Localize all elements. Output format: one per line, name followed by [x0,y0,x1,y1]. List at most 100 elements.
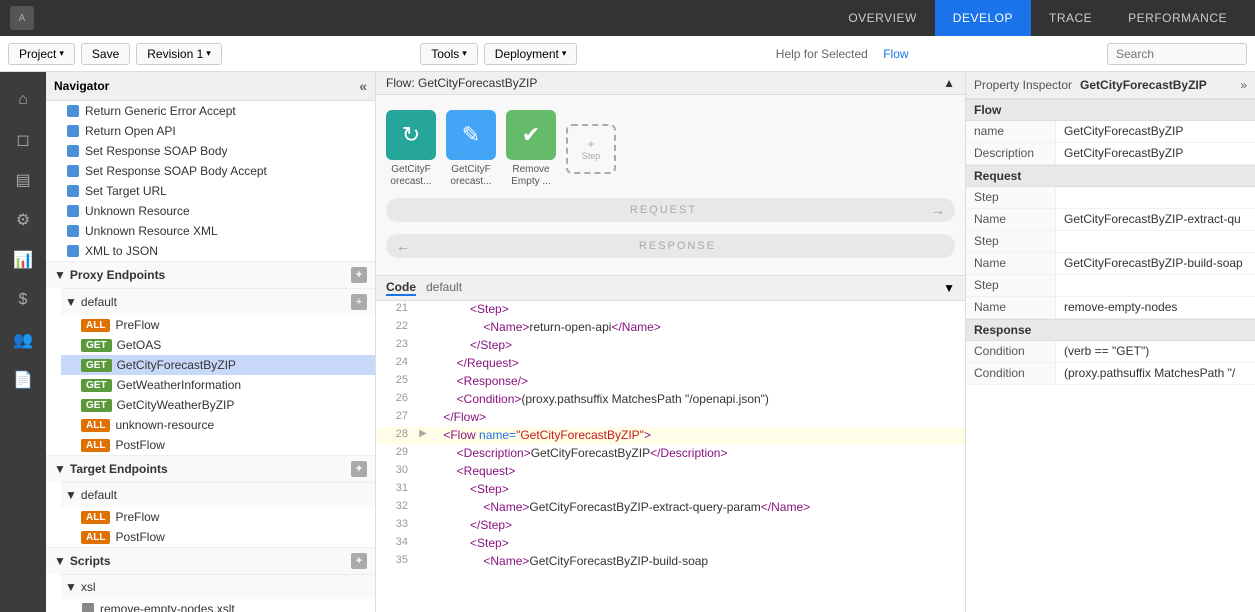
flow-step-3[interactable]: ✔ RemoveEmpty ... [506,110,556,188]
prop-val-name-step3[interactable]: remove-empty-nodes [1056,297,1255,318]
prop-row-name: name GetCityForecastByZIP [966,121,1255,143]
sidebar-item-set-response-soap[interactable]: Set Response SOAP Body [46,141,375,161]
code-panel-collapse-btn[interactable]: ▼ [943,281,955,295]
tab-overview[interactable]: OVERVIEW [830,0,934,36]
add-target-endpoint-btn[interactable]: + [351,461,367,477]
step-label-2: GetCityForecast... [450,164,491,188]
sidebar-item-xml-to-json[interactable]: XML to JSON [46,241,375,261]
step-icon-3: ✔ [506,110,556,160]
scripts-label: Scripts [70,554,111,568]
monetize-icon[interactable]: $ [5,282,41,318]
code-line-30: 30 <Request> [376,463,965,481]
prop-val-name-step1[interactable]: GetCityForecastByZIP-extract-qu [1056,209,1255,230]
prop-section-request: Request [966,165,1255,187]
add-proxy-endpoint-btn[interactable]: + [351,267,367,283]
sidebar-collapse-btn[interactable]: « [359,78,367,94]
prop-key-step1: Step [966,187,1056,208]
add-proxy-default-btn[interactable]: + [351,294,367,310]
code-line-32: 32 <Name>GetCityForecastByZIP-extract-qu… [376,499,965,517]
sidebar-item-postflow[interactable]: ALL PostFlow [61,435,375,455]
home-icon[interactable]: ⌂ [5,82,41,118]
sidebar-item-getcityweather[interactable]: GET GetCityWeatherByZIP [61,395,375,415]
sidebar-item-return-open[interactable]: Return Open API [46,121,375,141]
sidebar-item-unknown-resource-xml[interactable]: Unknown Resource XML [46,221,375,241]
target-endpoints-section[interactable]: ▼ Target Endpoints + [46,455,375,482]
right-panel: Property Inspector GetCityForecastByZIP … [965,72,1255,612]
prop-val-step2[interactable] [1056,231,1255,252]
target-default-collapse-icon: ▼ [65,488,77,502]
analytics-icon[interactable]: 📊 [5,242,41,278]
tab-develop[interactable]: DEVELOP [935,0,1031,36]
code-line-33: 33 </Step> [376,517,965,535]
tab-trace[interactable]: TRACE [1031,0,1110,36]
project-button[interactable]: Project ▾ [8,43,75,65]
prop-key-condition-response: Condition [966,341,1056,362]
flow-link[interactable]: Flow [883,47,908,61]
right-panel-collapse-btn[interactable]: » [1240,78,1247,92]
prop-val-description[interactable]: GetCityForecastByZIP [1056,143,1255,164]
flow-collapse-btn[interactable]: ▲ [943,76,955,90]
code-line-31: 31 <Step> [376,481,965,499]
code-tab-code[interactable]: Code [386,280,416,296]
xsl-collapse-icon: ▼ [65,580,77,594]
sidebar-item-getoas[interactable]: GET GetOAS [61,335,375,355]
deployment-button[interactable]: Deployment ▾ [484,43,578,65]
save-button[interactable]: Save [81,43,130,65]
sidebar-item-target-postflow[interactable]: ALL PostFlow [61,527,375,547]
prop-row-name-step1: Name GetCityForecastByZIP-extract-qu [966,209,1255,231]
response-lane: ← RESPONSE [386,234,955,258]
sidebar-item-set-target-url[interactable]: Set Target URL [46,181,375,201]
prop-val-condition-extra[interactable]: (proxy.pathsuffix MatchesPath "/ [1056,363,1255,384]
prop-val-step3[interactable] [1056,275,1255,296]
code-line-23: 23 </Step> [376,337,965,355]
sidebar-item-return-generic[interactable]: Return Generic Error Accept [46,101,375,121]
sidebar-item-remove-empty-nodes[interactable]: remove-empty-nodes.xslt [61,599,375,612]
target-default-label: default [81,488,117,502]
prop-val-condition-response[interactable]: (verb == "GET") [1056,341,1255,362]
proxy-endpoints-section[interactable]: ▼ Proxy Endpoints + [46,261,375,288]
tools-chevron: ▾ [462,48,467,59]
sidebar-item-getcityforecastbyzip[interactable]: GET GetCityForecastByZIP [61,355,375,375]
scripts-section[interactable]: ▼ Scripts + [46,547,375,574]
top-nav-tabs: OVERVIEW DEVELOP TRACE PERFORMANCE [830,0,1245,36]
proxy-endpoints-label: Proxy Endpoints [70,268,165,282]
target-default-header[interactable]: ▼ default [61,482,375,507]
property-flow-name: GetCityForecastByZIP [1080,78,1207,92]
code-line-34: 34 <Step> [376,535,965,553]
flow-title: Flow: GetCityForecastByZIP [386,76,537,90]
api-icon[interactable]: ◻ [5,122,41,158]
flow-step-1[interactable]: ↻ GetCityForecast... [386,110,436,188]
add-step-plus: + [587,137,594,151]
prop-val-name-step2[interactable]: GetCityForecastByZIP-build-soap [1056,253,1255,274]
flow-step-2[interactable]: ✎ GetCityForecast... [446,110,496,188]
prop-val-step1[interactable] [1056,187,1255,208]
target-postflow-badge: ALL [81,531,110,544]
deploy-icon[interactable]: ▤ [5,162,41,198]
proxy-default-header[interactable]: ▼ default + [61,288,375,315]
add-step-btn[interactable]: + Step [566,124,616,174]
target-preflow-badge: ALL [81,511,110,524]
sidebar-item-set-response-soap-accept[interactable]: Set Response SOAP Body Accept [46,161,375,181]
proxy-collapse-icon: ▼ [54,268,66,282]
item-icon-return-open [66,124,80,138]
revision-button[interactable]: Revision 1 ▾ [136,43,222,65]
sidebar-item-unknown-resource-proxy[interactable]: ALL unknown-resource [61,415,375,435]
sidebar-item-unknown-resource[interactable]: Unknown Resource [46,201,375,221]
sidebar-item-preflow[interactable]: ALL PreFlow [61,315,375,335]
code-tab-default[interactable]: default [426,280,462,296]
app-logo: A [10,6,34,30]
prop-val-name[interactable]: GetCityForecastByZIP [1056,121,1255,142]
code-line-26: 26 <Condition>(proxy.pathsuffix MatchesP… [376,391,965,409]
search-input[interactable] [1107,43,1247,65]
sidebar-item-getweather[interactable]: GET GetWeatherInformation [61,375,375,395]
add-scripts-btn[interactable]: + [351,553,367,569]
settings-icon[interactable]: ⚙ [5,202,41,238]
sidebar-item-target-preflow[interactable]: ALL PreFlow [61,507,375,527]
community-icon[interactable]: 👥 [5,322,41,358]
code-line-21: 21 <Step> [376,301,965,319]
tab-performance[interactable]: PERFORMANCE [1110,0,1245,36]
step-icon-2: ✎ [446,110,496,160]
tools-button[interactable]: Tools ▾ [420,43,478,65]
scripts-xsl-header[interactable]: ▼ xsl [61,574,375,599]
docs-icon[interactable]: 📄 [5,362,41,398]
